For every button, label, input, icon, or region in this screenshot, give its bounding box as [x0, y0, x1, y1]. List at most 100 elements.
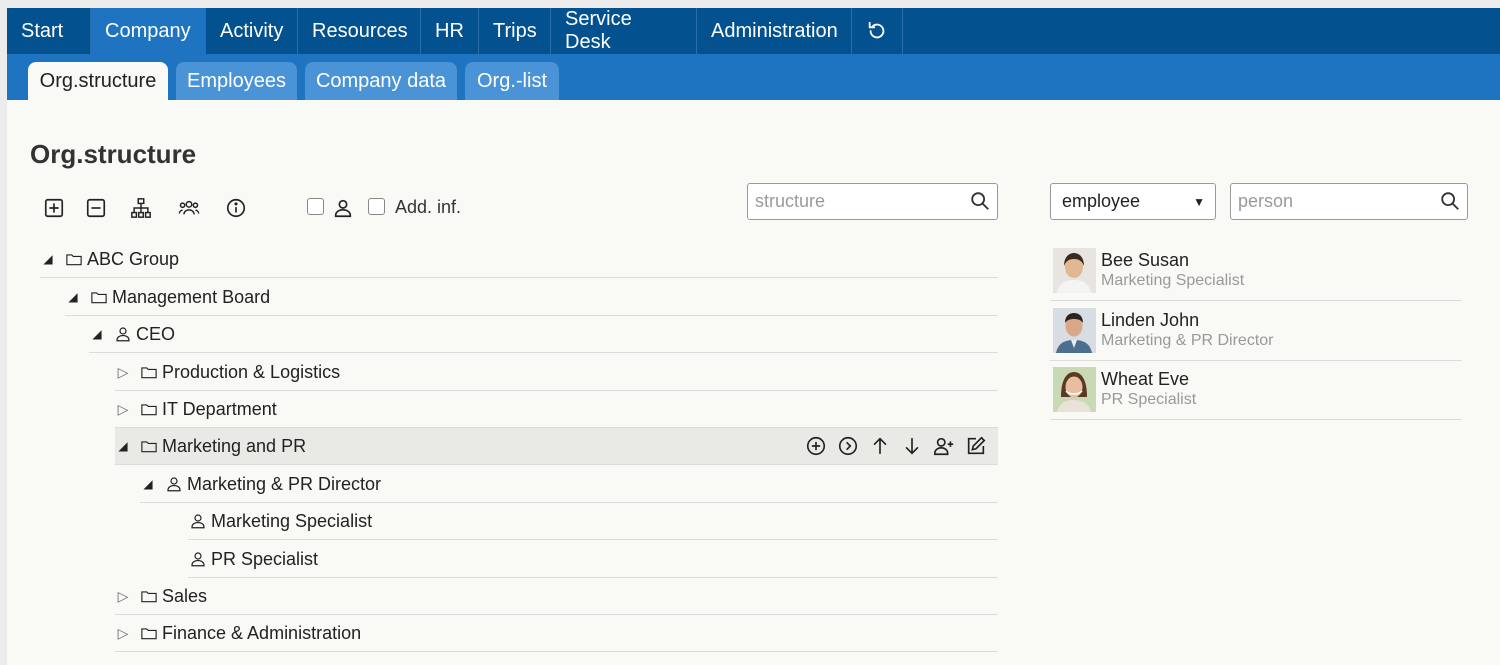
- folder-icon: [139, 362, 159, 382]
- nav-resources[interactable]: Resources: [298, 8, 421, 54]
- expand-arrow-icon[interactable]: ◢: [40, 252, 56, 266]
- top-navigation: Start Company Activity Resources HR Trip…: [7, 8, 1500, 54]
- tree-node-label: CEO: [136, 323, 176, 344]
- employee-role: Marketing Specialist: [1101, 272, 1245, 289]
- tree-node-label: ABC Group: [87, 248, 180, 269]
- employee-item[interactable]: Wheat Eve PR Specialist: [1050, 361, 1462, 420]
- search-icon[interactable]: [1439, 190, 1461, 212]
- folder-icon: [139, 623, 159, 643]
- move-up-button[interactable]: [868, 434, 892, 458]
- tree-node-finance-administration[interactable]: ▷ Finance & Administration: [115, 615, 998, 652]
- tree-node-label: Production & Logistics: [162, 361, 341, 382]
- open-button[interactable]: [836, 434, 860, 458]
- employee-name: Bee Susan: [1101, 250, 1190, 270]
- group-button[interactable]: [175, 194, 203, 222]
- hierarchy-button[interactable]: [127, 194, 155, 222]
- move-down-button[interactable]: [900, 434, 924, 458]
- sub-navigation: Org.structure Employees Company data Org…: [7, 54, 1500, 100]
- add-circle-icon: [806, 436, 826, 456]
- expand-arrow-icon[interactable]: ◢: [65, 290, 81, 304]
- next-circle-icon: [838, 436, 858, 456]
- tree-node-management-board[interactable]: ◢ Management Board: [65, 279, 998, 316]
- tree-node-production-logistics[interactable]: ▷ Production & Logistics: [115, 354, 998, 391]
- collapse-all-icon: [86, 198, 106, 218]
- employee-item[interactable]: Linden John Marketing & PR Director: [1050, 302, 1462, 361]
- person-icon: [188, 549, 208, 569]
- additional-info-checkbox[interactable]: [368, 198, 385, 215]
- tree-node-label: Marketing & PR Director: [187, 473, 382, 494]
- info-button[interactable]: [222, 194, 250, 222]
- refresh-button[interactable]: [852, 8, 903, 54]
- tree-node-label: Marketing Specialist: [211, 510, 373, 531]
- collapsed-arrow-icon[interactable]: ▷: [115, 625, 131, 642]
- arrow-down-icon: [905, 437, 919, 455]
- nav-service-desk[interactable]: Service Desk: [551, 8, 697, 54]
- nav-start[interactable]: Start: [7, 8, 91, 54]
- tree-node-label: Marketing and PR: [162, 435, 307, 456]
- search-icon[interactable]: [969, 190, 991, 212]
- expand-all-button[interactable]: [40, 194, 68, 222]
- show-persons-checkbox[interactable]: [307, 198, 324, 215]
- structure-search: [747, 183, 998, 220]
- avatar: [1053, 367, 1096, 412]
- nav-hr[interactable]: HR: [421, 8, 479, 54]
- tree-node-marketing-pr-director[interactable]: ◢ Marketing & PR Director: [140, 466, 998, 503]
- person-icon: [334, 199, 352, 218]
- person-search-input[interactable]: [1238, 184, 1430, 219]
- person-search: [1230, 183, 1468, 220]
- tree-node-it-department[interactable]: ▷ IT Department: [115, 391, 998, 428]
- tree-node-marketing-specialist[interactable]: Marketing Specialist: [188, 503, 998, 540]
- group-icon: [178, 200, 200, 215]
- employee-item[interactable]: Bee Susan Marketing Specialist: [1050, 242, 1462, 301]
- tab-employees[interactable]: Employees: [176, 62, 297, 100]
- add-child-button[interactable]: [804, 434, 828, 458]
- collapsed-arrow-icon[interactable]: ▷: [115, 364, 131, 381]
- app-window: Start Company Activity Resources HR Trip…: [7, 8, 1500, 665]
- employee-role: PR Specialist: [1101, 391, 1197, 408]
- collapsed-arrow-icon[interactable]: ▷: [115, 401, 131, 418]
- tab-company-data[interactable]: Company data: [305, 62, 457, 100]
- expand-arrow-icon[interactable]: ◢: [89, 327, 105, 341]
- person-icon: [113, 324, 133, 344]
- nav-trips[interactable]: Trips: [479, 8, 551, 54]
- person-icon: [164, 474, 184, 494]
- add-person-button[interactable]: [932, 434, 956, 458]
- avatar: [1053, 248, 1096, 293]
- expand-all-icon: [44, 198, 64, 218]
- tree-node-ceo[interactable]: ◢ CEO: [89, 316, 998, 353]
- folder-icon: [89, 287, 109, 307]
- tree-node-label: PR Specialist: [211, 548, 319, 569]
- tab-org-structure[interactable]: Org.structure: [28, 62, 168, 100]
- tab-org-list[interactable]: Org.-list: [465, 62, 559, 100]
- collapsed-arrow-icon[interactable]: ▷: [115, 588, 131, 605]
- edit-icon: [967, 436, 986, 455]
- person-icon: [188, 511, 208, 531]
- collapse-all-button[interactable]: [82, 194, 110, 222]
- hierarchy-icon: [131, 198, 151, 218]
- employee-filter-value: employee: [1062, 191, 1141, 211]
- info-icon: [226, 198, 246, 218]
- edit-button[interactable]: [964, 434, 988, 458]
- folder-icon: [139, 399, 159, 419]
- employee-role: Marketing & PR Director: [1101, 332, 1274, 349]
- tree-node-pr-specialist[interactable]: PR Specialist: [188, 541, 998, 578]
- page-title: Org.structure: [30, 139, 197, 169]
- tree-node-abc-group[interactable]: ◢ ABC Group: [40, 241, 998, 278]
- folder-icon: [139, 586, 159, 606]
- structure-search-input[interactable]: [755, 184, 960, 219]
- person-filter-icon-wrap: [329, 194, 357, 222]
- tree-node-label: Sales: [162, 585, 208, 606]
- nav-administration[interactable]: Administration: [697, 8, 852, 54]
- employee-name: Linden John: [1101, 310, 1200, 330]
- tree-node-sales[interactable]: ▷ Sales: [115, 578, 998, 615]
- nav-activity[interactable]: Activity: [206, 8, 298, 54]
- tree-node-marketing-pr[interactable]: ◢ Marketing and PR: [115, 428, 998, 465]
- tree-node-label: Management Board: [112, 286, 271, 307]
- nav-company[interactable]: Company: [91, 8, 206, 54]
- employee-filter-select[interactable]: employee ▼: [1050, 183, 1216, 220]
- row-actions: [804, 434, 988, 458]
- tree-node-label: Finance & Administration: [162, 622, 362, 643]
- expand-arrow-icon[interactable]: ◢: [115, 439, 131, 453]
- expand-arrow-icon[interactable]: ◢: [140, 477, 156, 491]
- refresh-icon: [868, 21, 885, 39]
